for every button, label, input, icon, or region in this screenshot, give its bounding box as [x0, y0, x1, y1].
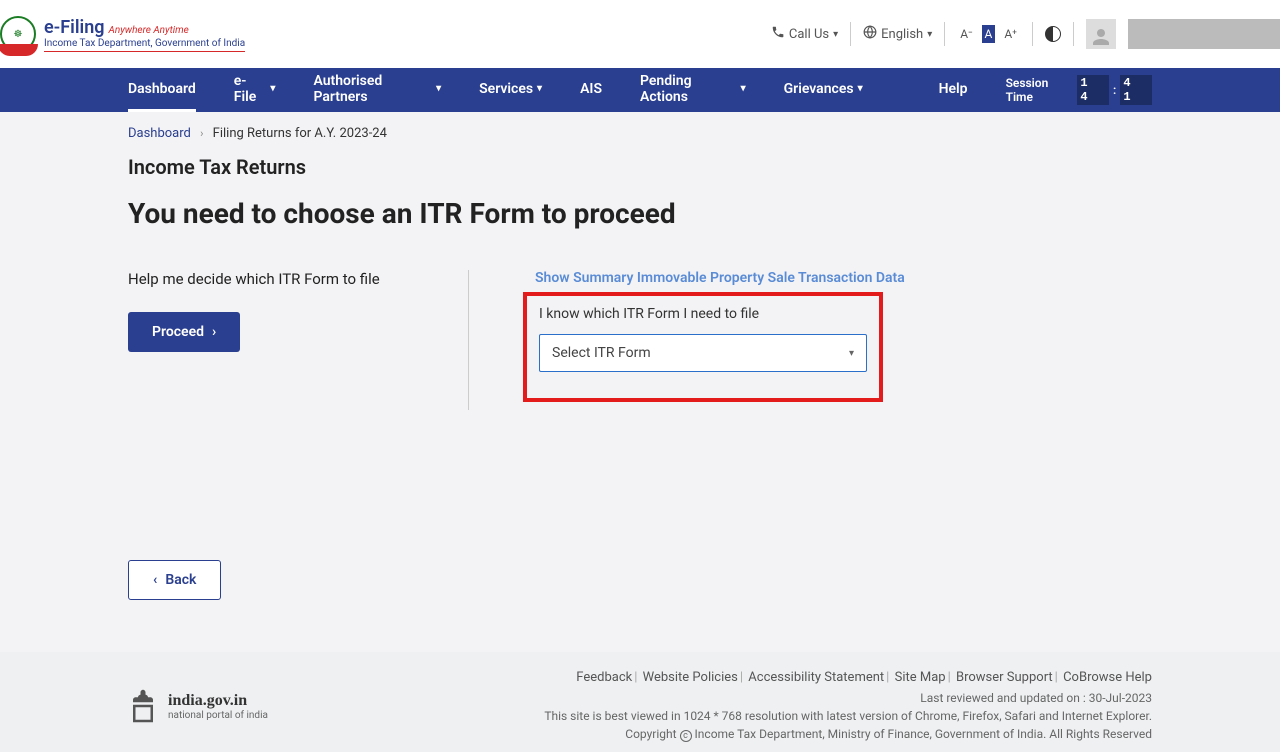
chevron-right-icon: ›: [200, 127, 203, 140]
font-normal-button[interactable]: A: [982, 25, 996, 43]
font-increase-button[interactable]: A⁺: [1001, 25, 1020, 43]
efiling-subtitle: Income Tax Department, Government of Ind…: [44, 38, 245, 49]
proceed-label: Proceed: [152, 324, 204, 340]
globe-icon: [863, 25, 877, 43]
footer-india-gov-name: india.gov.in: [168, 692, 268, 710]
chevron-down-icon: ▾: [833, 29, 838, 40]
select-itr-form-dropdown[interactable]: Select ITR Form ▾: [539, 334, 867, 372]
chevron-down-icon: ▾: [927, 29, 932, 40]
breadcrumb-current: Filing Returns for A.Y. 2023-24: [213, 126, 387, 141]
nav-authorised-partners[interactable]: Authorised Partners▾: [313, 61, 441, 120]
efiling-title: e-Filing: [44, 17, 105, 38]
chevron-down-icon: ▾: [270, 83, 275, 94]
user-menu[interactable]: [1128, 19, 1280, 49]
select-placeholder: Select ITR Form: [552, 345, 651, 361]
footer-copyright: Copyright c Income Tax Department, Minis…: [268, 727, 1152, 742]
language-label: English: [881, 27, 923, 42]
chevron-down-icon: ▾: [741, 83, 746, 94]
help-decide-text: Help me decide which ITR Form to file: [128, 270, 448, 288]
nav-pending-actions[interactable]: Pending Actions▾: [640, 61, 746, 120]
show-summary-link[interactable]: Show Summary Immovable Property Sale Tra…: [535, 270, 1152, 286]
phone-icon: [771, 25, 785, 43]
divider: [850, 22, 851, 46]
footer-india-gov-logo[interactable]: india.gov.in national portal of india: [128, 670, 268, 742]
session-timer: Session Time 1 4 : 4 1: [1006, 75, 1152, 105]
back-button[interactable]: ‹ Back: [128, 560, 221, 600]
session-seconds: 4 1: [1120, 75, 1152, 105]
section-title: Income Tax Returns: [128, 155, 1152, 179]
call-us-label: Call Us: [789, 27, 829, 42]
nav-grievances[interactable]: Grievances▾: [784, 69, 863, 112]
chevron-right-icon: ›: [212, 324, 216, 340]
itr-form-selection-box: I know which ITR Form I need to file Sel…: [523, 292, 883, 402]
footer-feedback-link[interactable]: Feedback: [576, 670, 632, 685]
footer-sitemap-link[interactable]: Site Map: [895, 670, 946, 685]
call-us-button[interactable]: Call Us ▾: [771, 25, 838, 43]
session-separator: :: [1113, 83, 1116, 97]
avatar[interactable]: [1086, 19, 1116, 49]
nav-dashboard[interactable]: Dashboard: [128, 69, 196, 112]
emblem-icon: ☸: [0, 16, 36, 52]
footer-policies-link[interactable]: Website Policies: [643, 670, 738, 685]
back-label: Back: [165, 572, 196, 588]
know-itr-label: I know which ITR Form I need to file: [539, 306, 867, 322]
nav-ais[interactable]: AIS: [580, 69, 602, 112]
footer-browser-link[interactable]: Browser Support: [956, 670, 1053, 685]
footer-bestview: This site is best viewed in 1024 * 768 r…: [268, 709, 1152, 723]
font-decrease-button[interactable]: A⁻: [957, 25, 975, 43]
session-label: Session Time: [1006, 76, 1074, 104]
contrast-toggle-button[interactable]: [1045, 26, 1061, 42]
breadcrumb-dashboard-link[interactable]: Dashboard: [128, 126, 191, 141]
footer-reviewed: Last reviewed and updated on : 30-Jul-20…: [268, 691, 1152, 705]
site-logo[interactable]: ☸ e-Filing Anywhere Anytime Income Tax D…: [0, 16, 245, 52]
efiling-tagline: Anywhere Anytime: [109, 25, 189, 36]
footer-cobrowse-link[interactable]: CoBrowse Help: [1063, 670, 1152, 685]
divider: [944, 22, 945, 46]
nav-services[interactable]: Services▾: [479, 69, 542, 112]
language-button[interactable]: English ▾: [863, 25, 932, 43]
footer-links: Feedback| Website Policies| Accessibilit…: [268, 670, 1152, 685]
footer-accessibility-link[interactable]: Accessibility Statement: [748, 670, 884, 685]
ashoka-emblem-icon: [128, 687, 158, 725]
chevron-down-icon: ▾: [537, 83, 542, 94]
nav-efile[interactable]: e-File▾: [234, 61, 276, 120]
footer-india-gov-sub: national portal of india: [168, 710, 268, 721]
proceed-button[interactable]: Proceed ›: [128, 312, 240, 352]
copyright-icon: c: [680, 730, 692, 742]
chevron-down-icon: ▾: [436, 83, 441, 94]
nav-help[interactable]: Help: [939, 69, 968, 112]
chevron-left-icon: ‹: [153, 572, 157, 588]
divider: [1073, 22, 1074, 46]
session-minutes: 1 4: [1077, 75, 1109, 105]
divider: [1032, 22, 1033, 46]
page-title: You need to choose an ITR Form to procee…: [128, 197, 1152, 230]
caret-down-icon: ▾: [849, 348, 854, 359]
chevron-down-icon: ▾: [858, 83, 863, 94]
